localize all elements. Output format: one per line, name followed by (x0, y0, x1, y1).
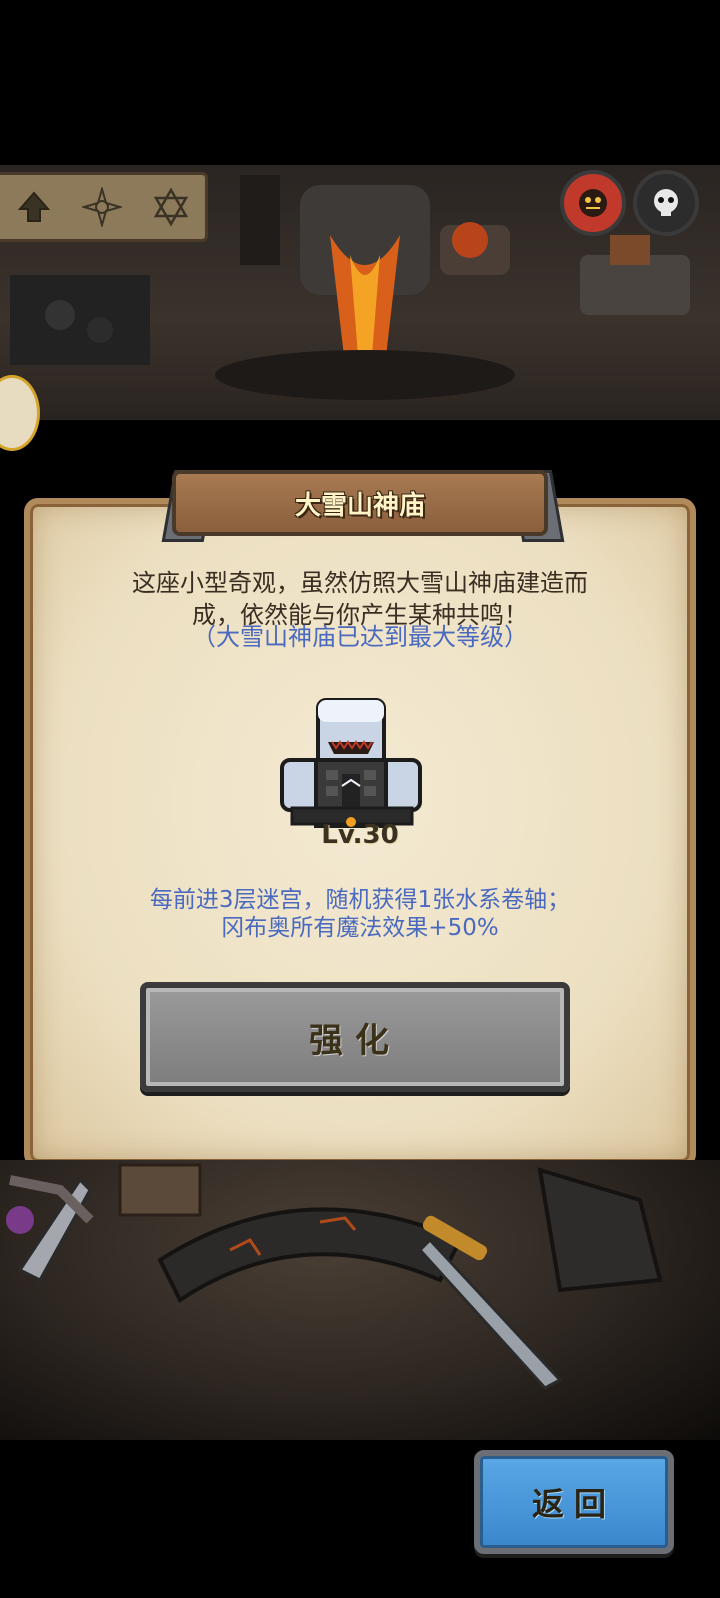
sun-star-icon[interactable] (80, 185, 124, 229)
back-button[interactable]: 返回 (474, 1450, 674, 1554)
building-level: Lv.30 (321, 820, 399, 850)
description-line-1: 这座小型奇观，虽然仿照大雪山神庙建造而 (132, 569, 588, 597)
hexagram-icon[interactable] (149, 185, 193, 229)
snow-temple-icon (276, 690, 426, 840)
weapons-illustration (6, 1163, 663, 1390)
panel-title: 大雪山神庙 (294, 490, 425, 521)
effect-line-2: 冈布奥所有魔法效果+50% (221, 915, 499, 941)
demon-face-icon[interactable] (560, 170, 626, 236)
game-scene: 大雪山神庙 这座小型奇观，虽然仿照大雪山神庙建造而 成，依然能与你产生某种共鸣！… (0, 0, 720, 1598)
back-button-label: 返回 (531, 1485, 616, 1523)
armory-floor-background (0, 1160, 720, 1440)
effect-line-1: 每前进3层迷宫，随机获得1张水系卷轴； (149, 887, 571, 913)
top-tab-bar (0, 172, 208, 242)
arrow-up-icon[interactable] (12, 185, 56, 229)
max-level-note: （大雪山神庙已达到最大等级） (192, 623, 528, 651)
skull-face-icon[interactable] (633, 170, 699, 236)
title-plank: 大雪山神庙 (172, 470, 548, 536)
upgrade-button[interactable]: 强化 (140, 982, 570, 1092)
upgrade-button-label: 强化 (309, 1020, 401, 1061)
